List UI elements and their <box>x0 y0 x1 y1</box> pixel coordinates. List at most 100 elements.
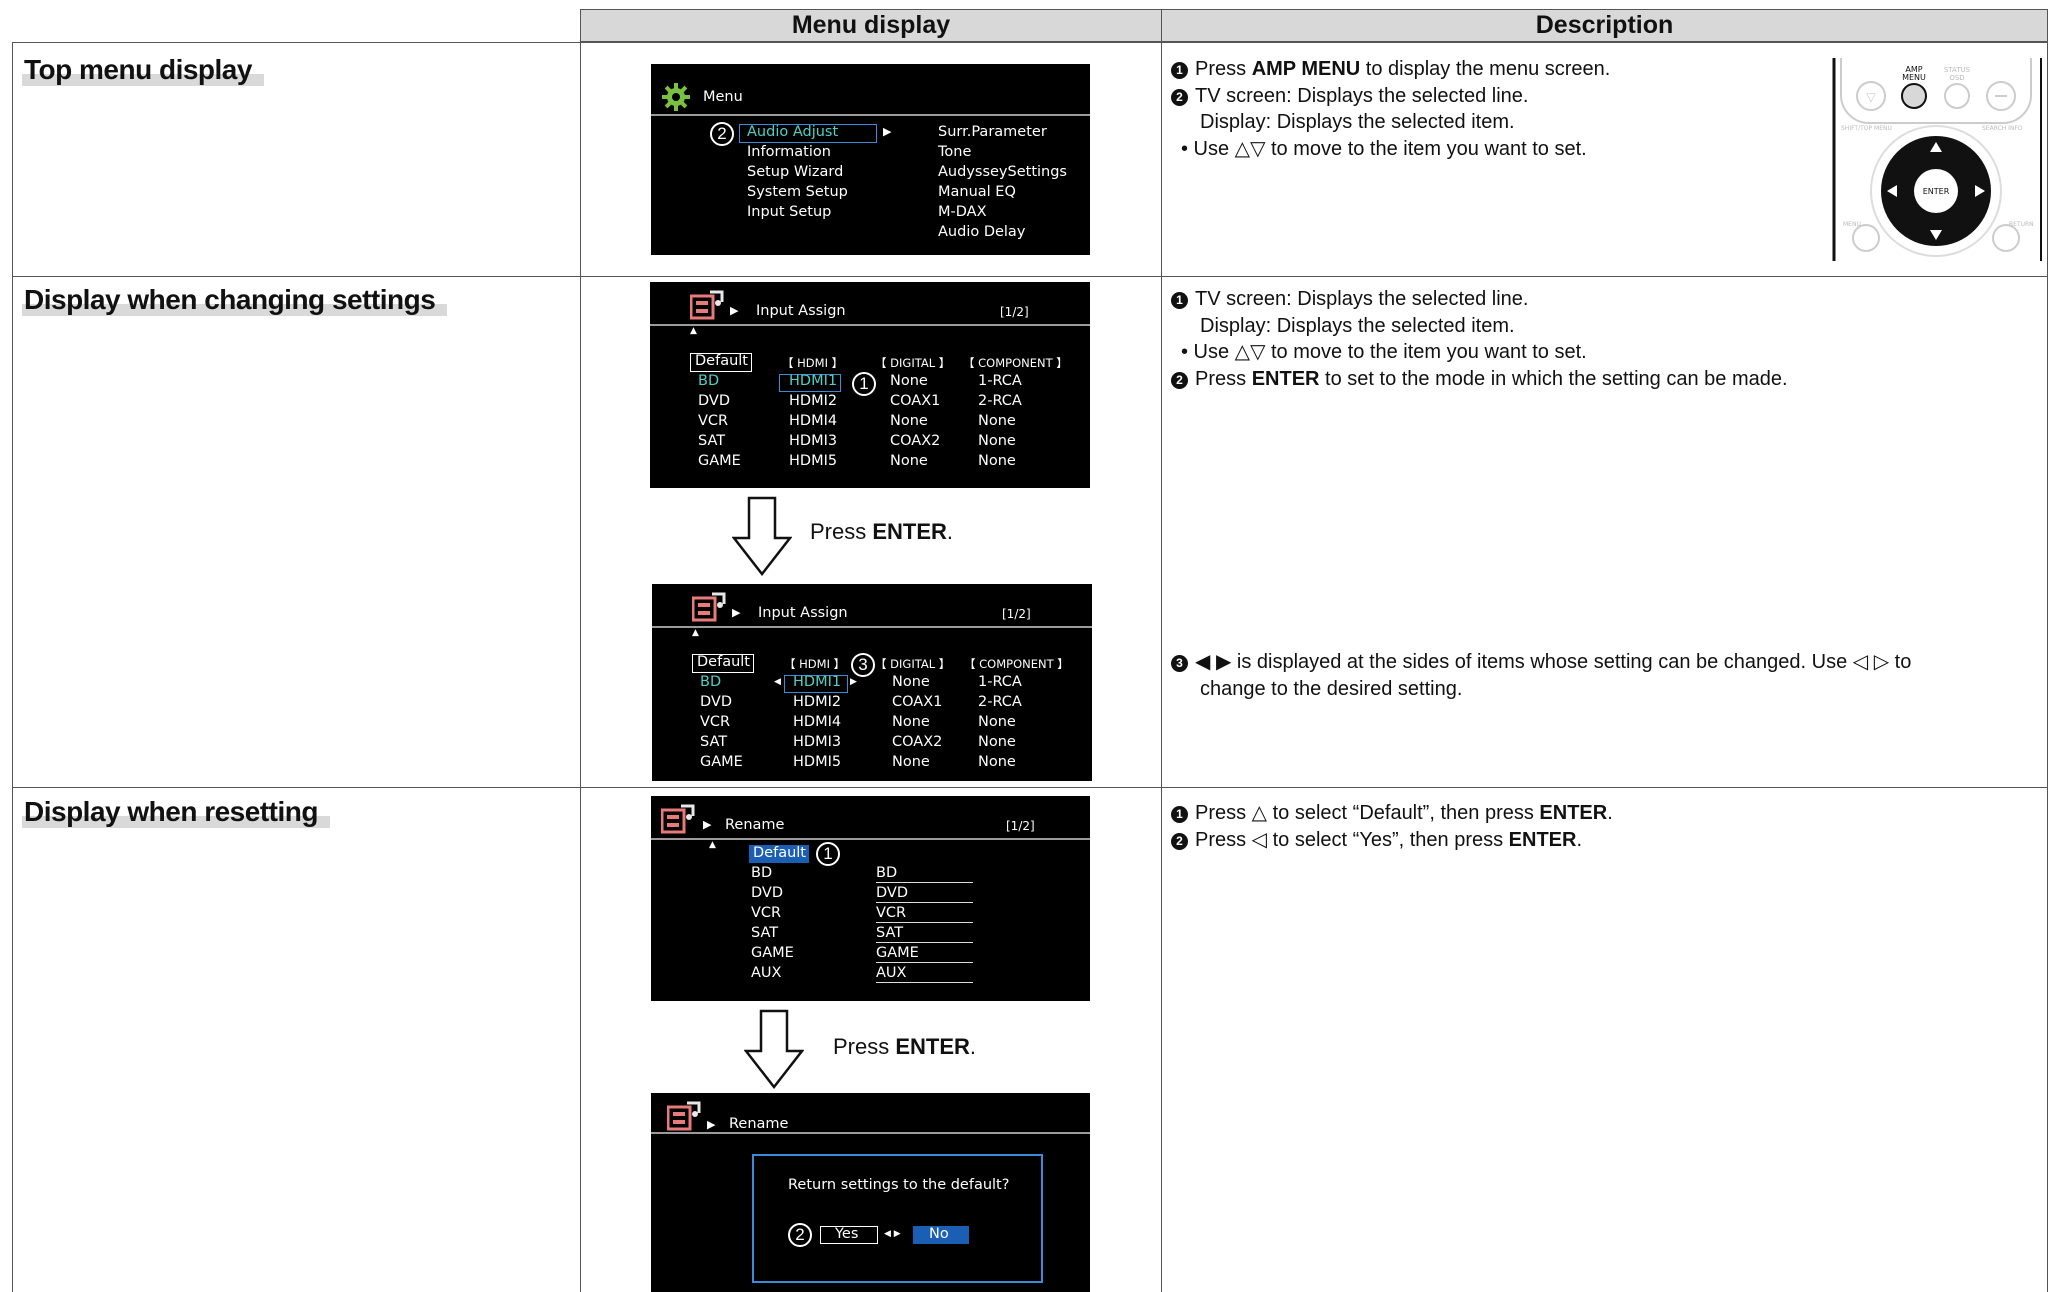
menu-item-information[interactable]: Information <box>747 144 831 160</box>
svg-text:SHIFT/TOP MENU: SHIFT/TOP MENU <box>1841 125 1892 132</box>
screen-input-title: Input Assign <box>756 303 846 319</box>
digital-game[interactable]: None <box>892 754 930 770</box>
digital-bd[interactable]: None <box>890 373 928 389</box>
screen-rename-separator <box>651 838 1090 840</box>
component-sat[interactable]: None <box>978 433 1016 449</box>
scroll-up-indicator: ▲ <box>692 628 699 638</box>
no-label[interactable]: No <box>929 1226 949 1242</box>
table-border-left <box>12 42 13 1292</box>
hdmi-bd[interactable]: HDMI1 <box>789 373 837 389</box>
screen-top-menu: Menu 2 ▶ Audio Adjust Information Setup … <box>651 64 1090 255</box>
hdmi-bd[interactable]: HDMI1 <box>793 674 841 690</box>
component-vcr[interactable]: None <box>978 413 1016 429</box>
component-bd[interactable]: 1-RCA <box>978 674 1022 690</box>
digital-vcr[interactable]: None <box>892 714 930 730</box>
rename-value-bd[interactable]: BD <box>876 865 897 881</box>
source-sat[interactable]: SAT <box>700 734 727 750</box>
source-sat[interactable]: SAT <box>698 433 725 449</box>
screen-rename-title: Rename <box>725 817 785 833</box>
desc-reset-step1-key: ENTER <box>1539 802 1608 824</box>
input-icon <box>690 290 724 320</box>
hdmi-dvd[interactable]: HDMI2 <box>789 393 837 409</box>
source-game[interactable]: GAME <box>698 453 741 469</box>
hdmi-vcr[interactable]: HDMI4 <box>789 413 837 429</box>
default-label[interactable]: Default <box>697 654 750 670</box>
step-number: 3 <box>1171 655 1188 672</box>
column-header-description: Description <box>1161 9 2048 42</box>
source-dvd[interactable]: DVD <box>698 393 730 409</box>
digital-sat[interactable]: COAX2 <box>892 734 942 750</box>
digital-bd[interactable]: None <box>892 674 930 690</box>
rename-source-vcr[interactable]: VCR <box>751 905 781 921</box>
source-bd[interactable]: BD <box>698 373 719 389</box>
hdmi-dvd[interactable]: HDMI2 <box>793 694 841 710</box>
hdmi-vcr[interactable]: HDMI4 <box>793 714 841 730</box>
screen-rename-page: [1/2] <box>1006 819 1035 833</box>
table-border-top <box>12 42 2048 43</box>
rename-value-aux[interactable]: AUX <box>876 965 906 981</box>
digital-game[interactable]: None <box>890 453 928 469</box>
rename-source-game[interactable]: GAME <box>751 945 794 961</box>
rename-source-dvd[interactable]: DVD <box>751 885 783 901</box>
desc-reset-step1: 1 Press △ to select “Default”, then press… <box>1171 800 1613 827</box>
desc-change-step3-line2: change to the desired setting. <box>1200 678 1463 700</box>
screen-rename-arrow: ▶ <box>703 818 712 831</box>
col-header-component: 【 COMPONENT 】 <box>964 657 1069 671</box>
component-bd[interactable]: 1-RCA <box>978 373 1022 389</box>
source-vcr[interactable]: VCR <box>700 714 730 730</box>
digital-dvd[interactable]: COAX1 <box>892 694 942 710</box>
component-vcr[interactable]: None <box>978 714 1016 730</box>
rename-source-aux[interactable]: AUX <box>751 965 781 981</box>
press-enter-label: Press ENTER. <box>833 1034 976 1060</box>
desc-reset-step2-c: . <box>1576 829 1583 851</box>
submenu-item-m-dax: M-DAX <box>938 204 987 220</box>
component-dvd[interactable]: 2-RCA <box>978 393 1022 409</box>
screen-reset-arrow: ▶ <box>707 1118 716 1131</box>
menu-item-input-setup[interactable]: Input Setup <box>747 204 831 220</box>
digital-sat[interactable]: COAX2 <box>890 433 940 449</box>
source-vcr[interactable]: VCR <box>698 413 728 429</box>
yes-label[interactable]: Yes <box>835 1226 858 1242</box>
screen-input-assign-1: ▶ Input Assign [1/2] ▲ Default 【 HDMI 】 … <box>650 282 1090 488</box>
desc-reset-step2: 2 Press ◁ to select “Yes”, then press ENT… <box>1171 827 1582 854</box>
submenu-item-manual-eq: Manual EQ <box>938 184 1016 200</box>
menu-item-audio-adjust[interactable]: Audio Adjust <box>747 124 838 140</box>
rename-source-bd[interactable]: BD <box>751 865 772 881</box>
submenu-item-audyssey: AudysseySettings <box>938 164 1067 180</box>
hdmi-game[interactable]: HDMI5 <box>793 754 841 770</box>
hdmi-sat[interactable]: HDMI3 <box>789 433 837 449</box>
menu-item-system-setup[interactable]: System Setup <box>747 184 848 200</box>
component-dvd[interactable]: 2-RCA <box>978 694 1022 710</box>
submenu-item-surr-parameter: Surr.Parameter <box>938 124 1047 140</box>
source-dvd[interactable]: DVD <box>700 694 732 710</box>
default-label[interactable]: Default <box>695 353 748 369</box>
rename-value-dvd[interactable]: DVD <box>876 885 908 901</box>
confirm-dialog <box>752 1154 1043 1283</box>
digital-dvd[interactable]: COAX1 <box>890 393 940 409</box>
desc-change-step1-line3: • Use △▽ to move to the item you want to… <box>1181 341 1587 363</box>
source-bd[interactable]: BD <box>700 674 721 690</box>
remote-control-drawing: ▽ AMP MENU STATUS OSD SHIFT/TOP MENU SEA… <box>1832 58 2042 261</box>
screen-rename-list: ▶ Rename [1/2] ▲ Default 1 BD DVD VCR SA… <box>651 796 1090 1001</box>
component-game[interactable]: None <box>978 754 1016 770</box>
rename-underline <box>876 962 973 963</box>
desc-change-step3-text: ◀ ▶ is displayed at the sides of items w… <box>1195 651 1912 673</box>
step-number: 2 <box>1171 372 1188 389</box>
marker-circle-2: 2 <box>788 1223 812 1247</box>
rename-value-sat[interactable]: SAT <box>876 925 903 941</box>
rename-underline <box>876 922 973 923</box>
menu-item-setup-wizard[interactable]: Setup Wizard <box>747 164 843 180</box>
component-sat[interactable]: None <box>978 734 1016 750</box>
step-number: 1 <box>1171 292 1188 309</box>
rename-value-game[interactable]: GAME <box>876 945 919 961</box>
default-label[interactable]: Default <box>753 845 806 861</box>
source-game[interactable]: GAME <box>700 754 743 770</box>
component-game[interactable]: None <box>978 453 1016 469</box>
screen-input-page: [1/2] <box>1000 305 1029 319</box>
rename-underline <box>876 902 973 903</box>
rename-source-sat[interactable]: SAT <box>751 925 778 941</box>
digital-vcr[interactable]: None <box>890 413 928 429</box>
hdmi-sat[interactable]: HDMI3 <box>793 734 841 750</box>
rename-value-vcr[interactable]: VCR <box>876 905 906 921</box>
hdmi-game[interactable]: HDMI5 <box>789 453 837 469</box>
